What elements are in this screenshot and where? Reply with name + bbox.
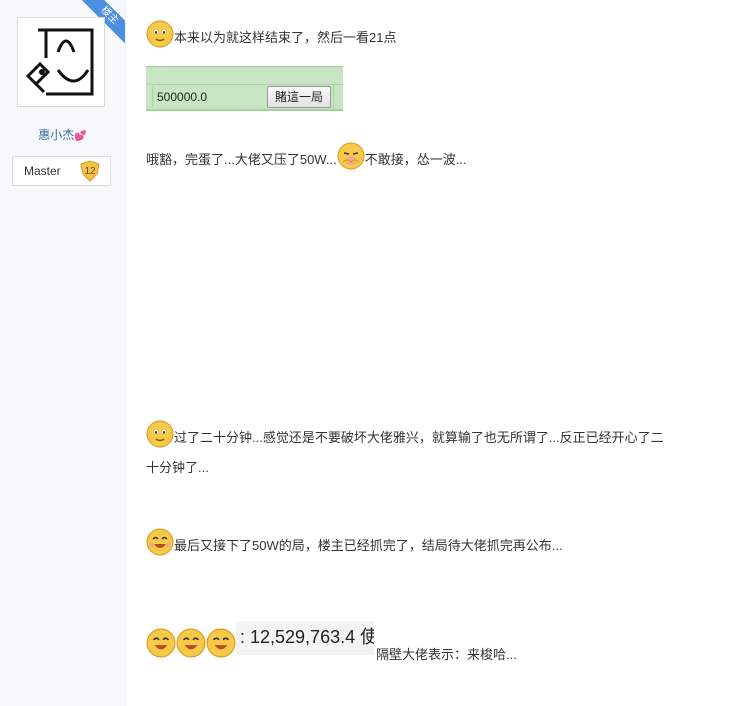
post-line-2: 哦豁，完蛋了...大佬又压了50W... 不敢接，怂一波... bbox=[146, 142, 467, 170]
bet-amount-field[interactable]: 500000.0 bbox=[152, 87, 270, 107]
author-sidebar: 楼主 惠小杰💕 Master 12 bbox=[0, 0, 126, 706]
post-line-3: 过了二十分钟...感觉还是不要破坏大佬雅兴，就算输了也无所谓了...反正已经开心… bbox=[146, 420, 664, 448]
avatar-drawing-icon bbox=[25, 28, 94, 96]
post-text-3a: 过了二十分钟...感觉还是不要破坏大佬雅兴，就算输了也无所谓了...反正已经开心… bbox=[174, 430, 664, 445]
bet-button[interactable]: 賭這一局 bbox=[267, 86, 331, 108]
post-text-1: 本来以为就这样结束了，然后一看21点 bbox=[174, 30, 397, 45]
level-name: Master bbox=[24, 164, 61, 178]
bet-row: 500000.0 賭這一局 bbox=[146, 84, 343, 110]
smile-emoticon-icon bbox=[146, 420, 174, 448]
post-text-3b: 十分钟了... bbox=[146, 460, 209, 475]
post-line-1: 本来以为就这样结束了，然后一看21点 bbox=[146, 20, 396, 48]
bet-row-divider bbox=[333, 85, 334, 109]
level-number: 12 bbox=[84, 166, 96, 177]
laugh-emoticon-icon bbox=[176, 628, 206, 658]
balance-snippet: : 12,529,763.4 使 ·· ·· ·· ·· bbox=[236, 621, 374, 655]
post-line-5 bbox=[146, 628, 236, 658]
post-text-2a: 哦豁，完蛋了...大佬又压了50W... bbox=[146, 152, 337, 167]
level-badge: Master 12 bbox=[12, 156, 111, 186]
author-name[interactable]: 惠小杰 bbox=[38, 128, 74, 142]
post-text-4: 最后又接下了50W的局，楼主已经抓完了，结局待大佬抓完再公布... bbox=[174, 538, 563, 553]
bet-widget: 500000.0 賭這一局 bbox=[146, 66, 343, 111]
post-text-2b: 不敢接，怂一波... bbox=[364, 152, 467, 167]
shy-emoticon-icon bbox=[337, 142, 365, 170]
avatar[interactable] bbox=[17, 17, 105, 107]
post-line-5-text: 隔壁大佬表示：来梭哈... bbox=[376, 645, 517, 665]
post-text-5: 隔壁大佬表示：来梭哈... bbox=[376, 647, 517, 662]
post-line-3-cont: 十分钟了... bbox=[146, 458, 209, 478]
smile-emoticon-icon bbox=[146, 20, 174, 48]
balance-subtext: ·· ·· ·· ·· bbox=[240, 649, 289, 655]
level-shield-icon: 12 bbox=[80, 160, 100, 182]
post-line-4: 最后又接下了50W的局，楼主已经抓完了，结局待大佬抓完再公布... bbox=[146, 528, 563, 556]
author-name-link[interactable]: 惠小杰💕 bbox=[0, 126, 125, 143]
laugh-emoticon-icon bbox=[146, 528, 174, 556]
balance-value: : 12,529,763.4 使 bbox=[240, 627, 374, 647]
heart-icon: 💕 bbox=[74, 131, 87, 142]
laugh-emoticon-icon bbox=[206, 628, 236, 658]
laugh-emoticon-icon bbox=[146, 628, 176, 658]
